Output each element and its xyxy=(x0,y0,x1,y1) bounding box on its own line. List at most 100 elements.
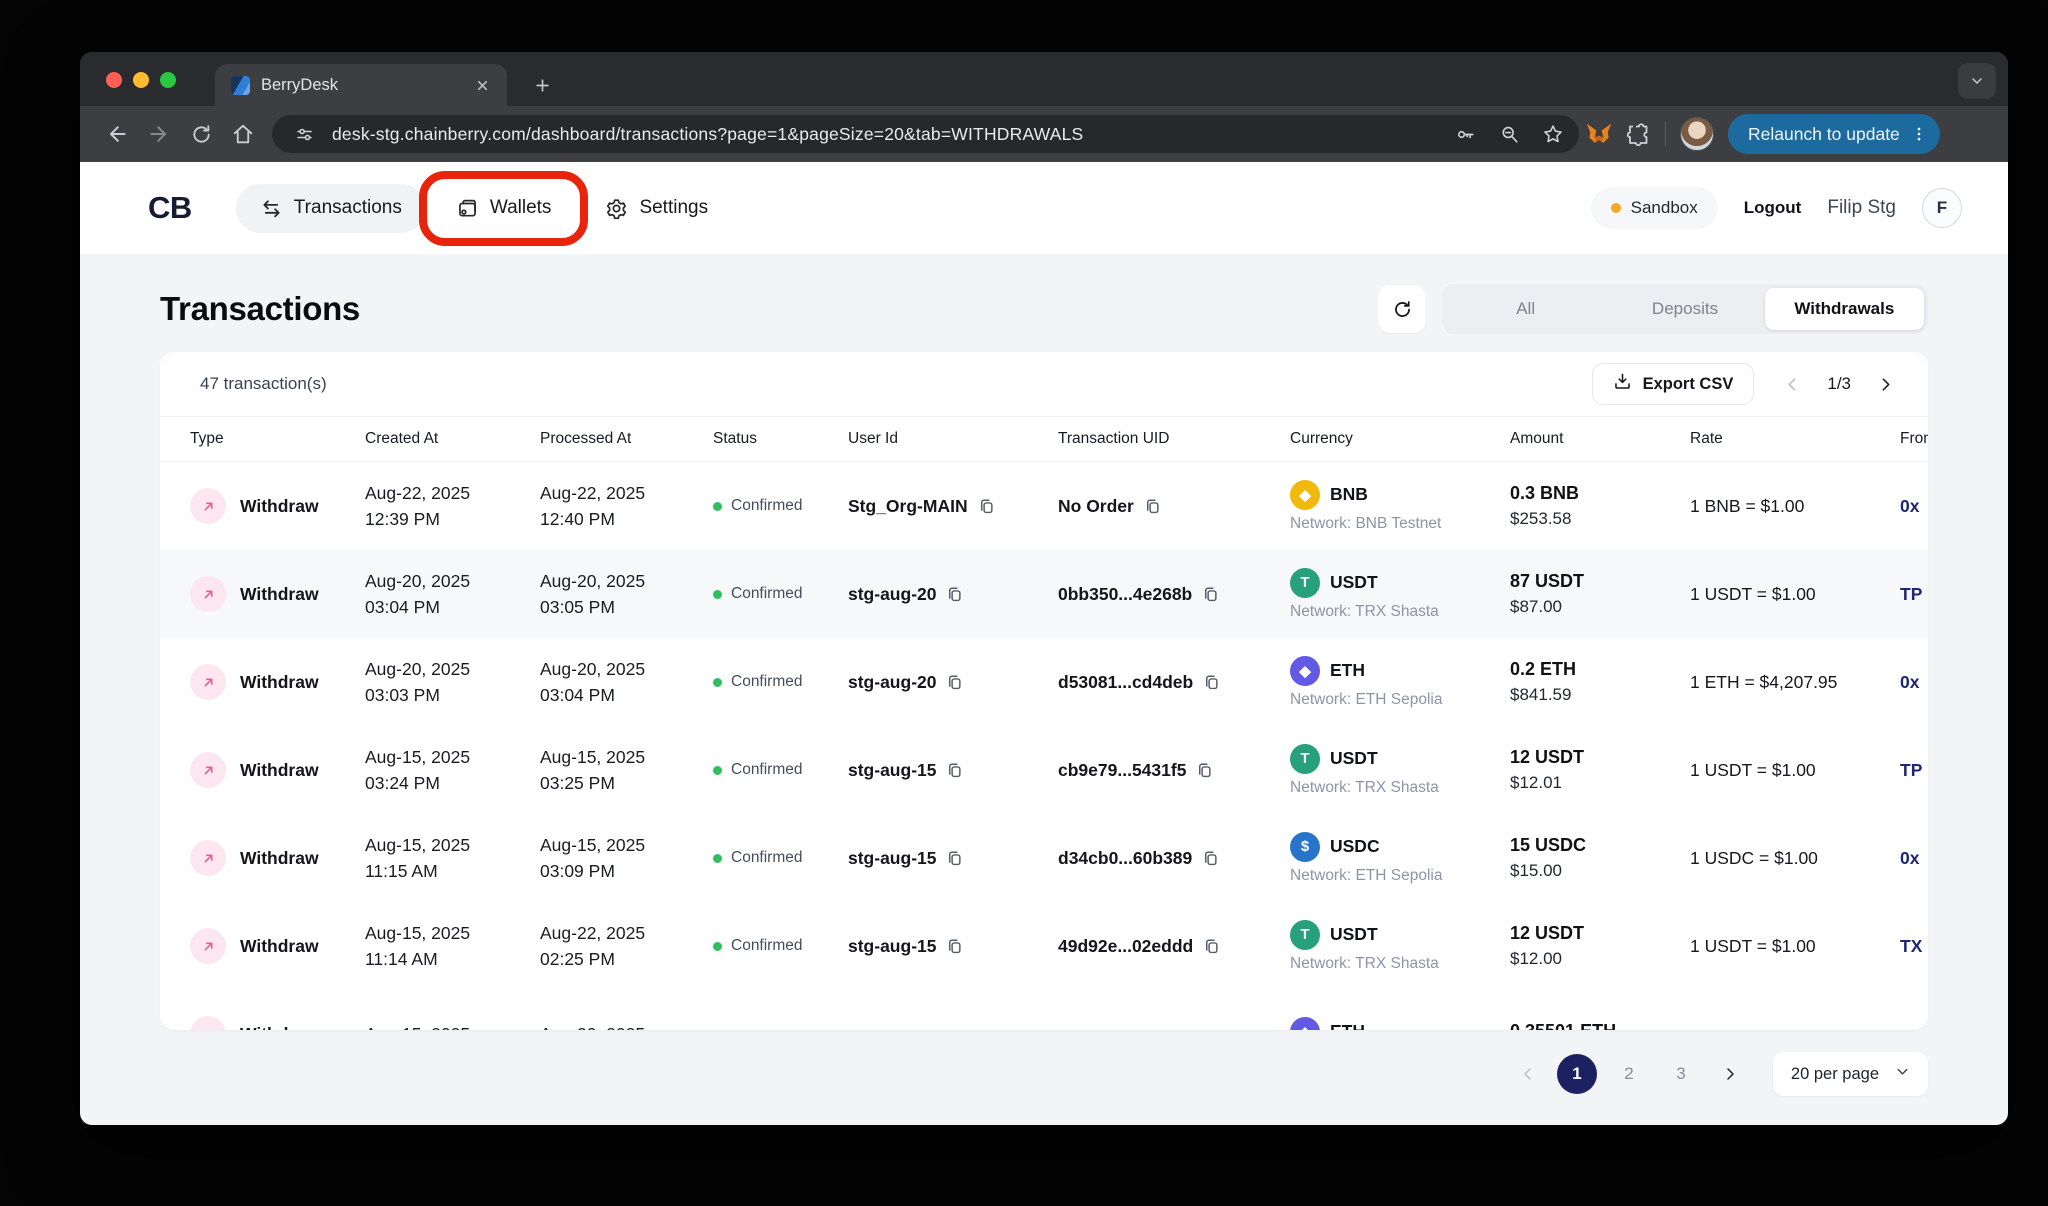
forward-button[interactable] xyxy=(138,114,180,154)
browser-tab[interactable]: BerryDesk xyxy=(215,64,507,106)
type-cell: Withdraw xyxy=(190,840,365,876)
copy-icon[interactable] xyxy=(1201,585,1220,604)
usdt-coin-icon: T xyxy=(1290,920,1320,950)
page-number-2[interactable]: 2 xyxy=(1609,1054,1649,1094)
currency-cell: ◆ETHNetwork: ETH Sepolia xyxy=(1290,656,1510,709)
col-user-id: User Id xyxy=(848,430,1058,448)
home-button[interactable] xyxy=(222,114,264,154)
status-dot-icon xyxy=(713,854,722,863)
nav-item-settings[interactable]: Settings xyxy=(581,184,732,233)
status-cell: Confirmed xyxy=(713,497,848,515)
usdt-coin-icon: T xyxy=(1290,744,1320,774)
new-tab-button[interactable] xyxy=(527,70,557,100)
type-cell: Withdraw xyxy=(190,576,365,612)
address-bar[interactable]: desk-stg.chainberry.com/dashboard/transa… xyxy=(272,115,1579,153)
site-settings-icon[interactable] xyxy=(288,118,320,150)
from-address-link[interactable]: 0x xyxy=(1900,672,1928,693)
tab-deposits[interactable]: Deposits xyxy=(1605,288,1764,330)
tab-title: BerryDesk xyxy=(261,76,458,95)
from-address-link[interactable]: TP xyxy=(1900,760,1928,781)
copy-icon[interactable] xyxy=(1201,849,1220,868)
amount-cell: 12 USDT$12.00 xyxy=(1510,923,1690,969)
amount-cell: 15 USDC$15.00 xyxy=(1510,835,1690,881)
copy-icon[interactable] xyxy=(945,673,964,692)
col-processed-at: Processed At xyxy=(540,430,713,448)
withdraw-arrow-icon xyxy=(190,488,226,524)
export-csv-button[interactable]: Export CSV xyxy=(1592,363,1755,405)
minimize-window-button[interactable] xyxy=(133,72,149,88)
page-number-3[interactable]: 3 xyxy=(1661,1054,1701,1094)
nav-item-transactions[interactable]: Transactions xyxy=(236,184,426,233)
status-dot-icon xyxy=(713,590,722,599)
zoom-icon[interactable] xyxy=(1493,118,1525,150)
user-id-cell: Stg_Org-MAIN xyxy=(848,496,1058,517)
copy-icon[interactable] xyxy=(1143,497,1162,516)
status-dot-icon xyxy=(713,942,722,951)
bookmark-star-icon[interactable] xyxy=(1537,118,1569,150)
tab-withdrawals[interactable]: Withdrawals xyxy=(1765,288,1924,330)
tab-search-chevron-button[interactable] xyxy=(1958,63,1996,99)
metamask-extension-icon[interactable] xyxy=(1579,114,1619,154)
copy-icon[interactable] xyxy=(945,937,964,956)
user-id-cell: stg-aug-15 xyxy=(848,936,1058,957)
status-dot-icon xyxy=(713,766,722,775)
user-name: Filip Stg xyxy=(1827,197,1896,219)
copy-icon[interactable] xyxy=(1202,937,1221,956)
nav-item-wallets[interactable]: Wallets xyxy=(432,184,576,233)
app-viewport: CB Transactions Wallets xyxy=(80,162,2008,1125)
type-cell: Withdraw xyxy=(190,664,365,700)
main-content: Transactions All Deposits Withdrawals 47… xyxy=(80,254,2008,1096)
refresh-button[interactable] xyxy=(1378,285,1426,333)
col-created-at: Created At xyxy=(365,430,540,448)
from-address-link[interactable]: 0x xyxy=(1900,496,1928,517)
password-key-icon[interactable] xyxy=(1449,118,1481,150)
page-title: Transactions xyxy=(160,290,360,328)
browser-profile-avatar[interactable] xyxy=(1680,117,1714,151)
relaunch-to-update-button[interactable]: Relaunch to update xyxy=(1728,114,1940,154)
user-id-cell: stg-aug-15 xyxy=(848,848,1058,869)
cb-logo[interactable]: CB xyxy=(148,190,192,226)
pagination-next-icon[interactable] xyxy=(1713,1057,1747,1091)
tab-close-icon[interactable] xyxy=(469,72,495,98)
transaction-uid-cell: d53081...cd4deb xyxy=(1058,672,1290,693)
reload-button[interactable] xyxy=(180,114,222,154)
maximize-window-button[interactable] xyxy=(160,72,176,88)
page-number-1[interactable]: 1 xyxy=(1557,1054,1597,1094)
transaction-type-tabs: All Deposits Withdrawals xyxy=(1442,284,1928,334)
extensions-puzzle-icon[interactable] xyxy=(1619,114,1659,154)
processed-at-cell: Aug-22, 202502:25 PM xyxy=(540,920,713,972)
page-head: Transactions All Deposits Withdrawals xyxy=(160,284,1928,334)
amount-cell: 0.35501 ETH xyxy=(1510,1021,1690,1030)
from-address-link[interactable]: TX xyxy=(1900,936,1928,957)
from-address-link[interactable]: 0x xyxy=(1900,848,1928,869)
table-header-row: Type Created At Processed At Status User… xyxy=(160,416,1928,462)
back-button[interactable] xyxy=(96,114,138,154)
pagination-prev-icon[interactable] xyxy=(1511,1057,1545,1091)
copy-icon[interactable] xyxy=(977,497,996,516)
currency-cell: ◆BNBNetwork: BNB Testnet xyxy=(1290,480,1510,533)
next-page-icon[interactable] xyxy=(1877,376,1894,393)
amount-cell: 0.3 BNB$253.58 xyxy=(1510,483,1690,529)
copy-icon[interactable] xyxy=(945,585,964,604)
created-at-cell: Aug-15, 202503:24 PM xyxy=(365,744,540,796)
user-avatar[interactable]: F xyxy=(1922,188,1962,228)
created-at-cell: Aug-20, 202503:04 PM xyxy=(365,568,540,620)
created-at-cell: Aug-15, 202511:15 AM xyxy=(365,832,540,884)
copy-icon[interactable] xyxy=(945,761,964,780)
copy-icon[interactable] xyxy=(945,849,964,868)
eth-coin-icon: ◆ xyxy=(1290,656,1320,686)
browser-menu-icon[interactable] xyxy=(1906,121,1932,147)
copy-icon[interactable] xyxy=(1195,761,1214,780)
type-cell: Withdraw xyxy=(190,1016,365,1030)
transactions-card: 47 transaction(s) Export CSV xyxy=(160,352,1928,1030)
processed-at-cell: Aug-22, 202512:40 PM xyxy=(540,480,713,532)
tab-all[interactable]: All xyxy=(1446,288,1605,330)
from-address-link[interactable]: TP xyxy=(1900,584,1928,605)
logout-button[interactable]: Logout xyxy=(1744,198,1802,218)
copy-icon[interactable] xyxy=(1202,673,1221,692)
prev-page-icon[interactable] xyxy=(1784,376,1801,393)
status-cell: Confirmed xyxy=(713,761,848,779)
per-page-select[interactable]: 20 per page xyxy=(1773,1052,1928,1096)
processed-at-cell: Aug-15, 202503:25 PM xyxy=(540,744,713,796)
close-window-button[interactable] xyxy=(106,72,122,88)
